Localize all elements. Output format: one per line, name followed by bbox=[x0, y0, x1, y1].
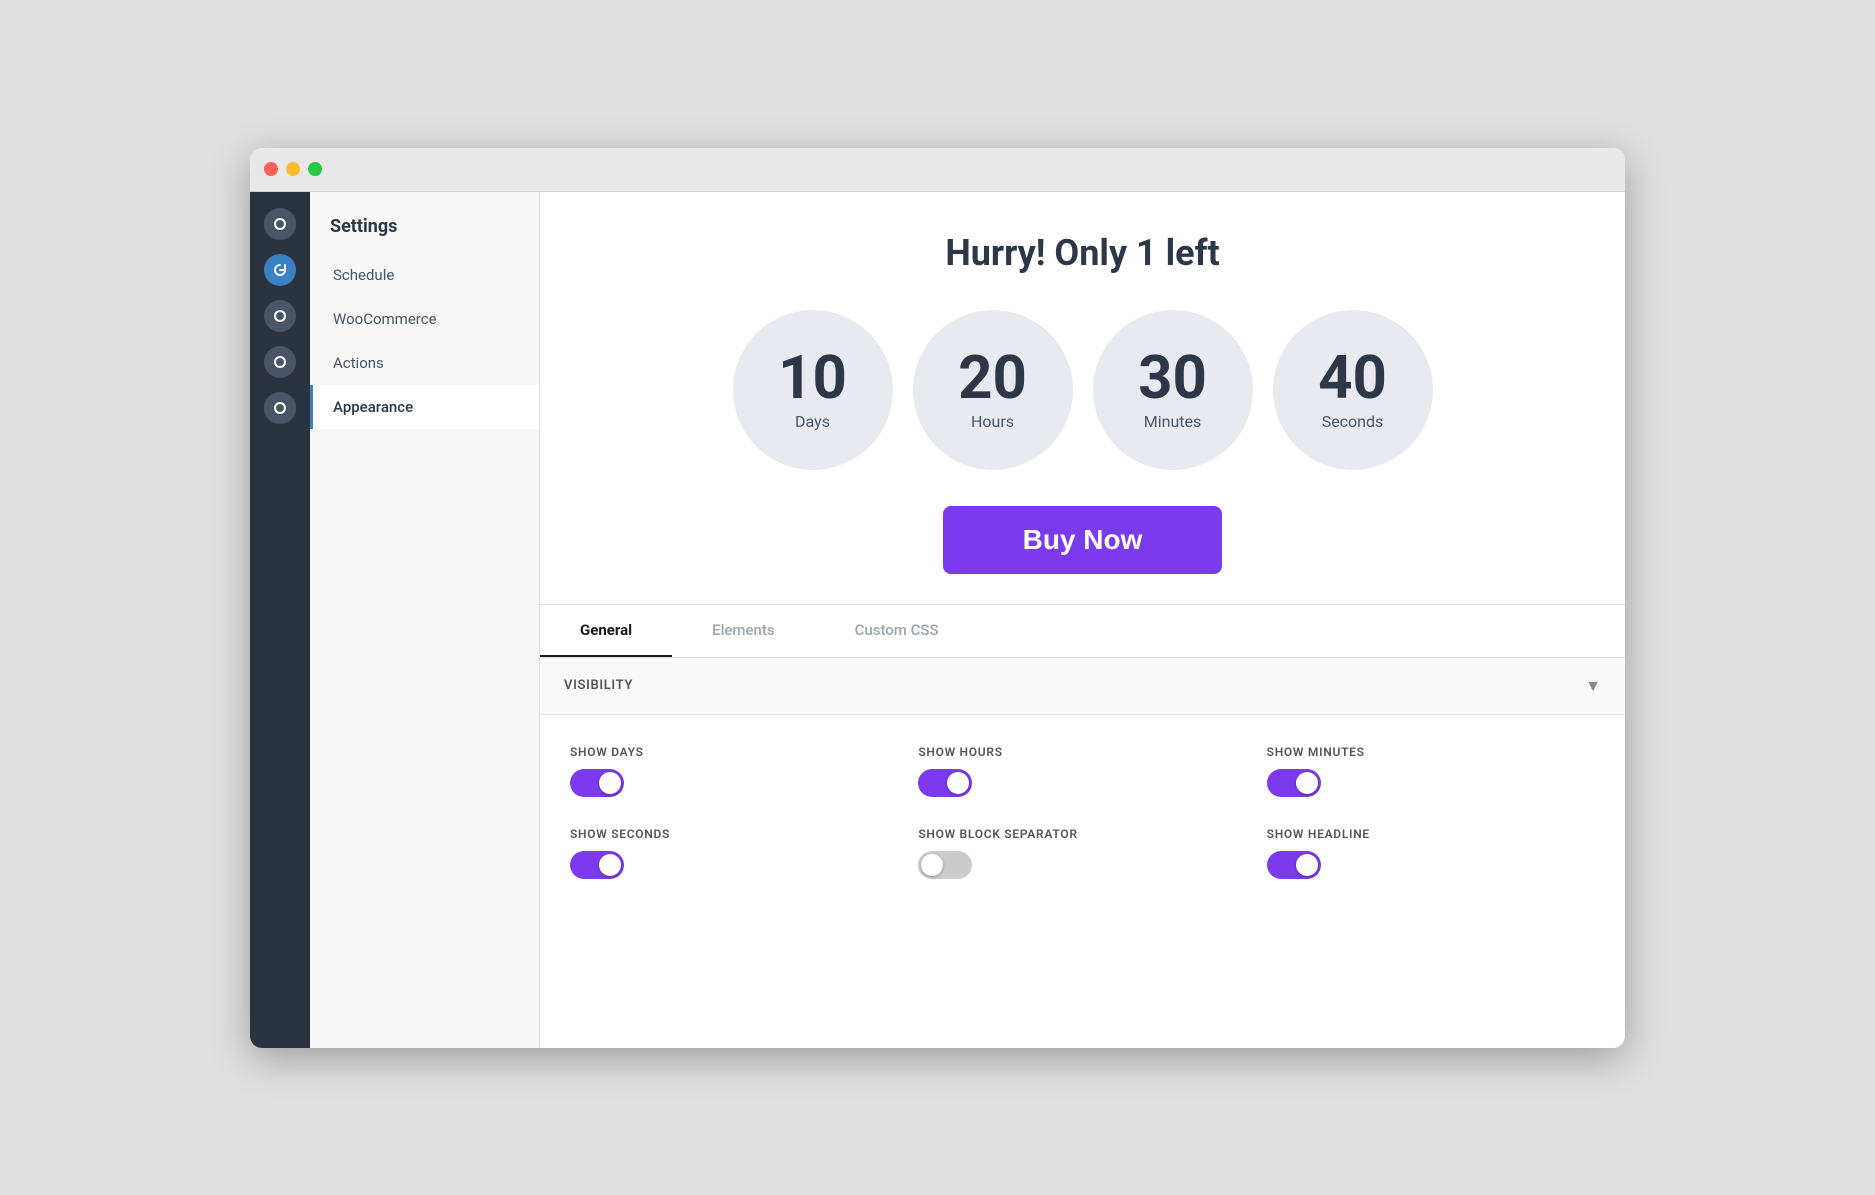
icon-sidebar bbox=[250, 192, 310, 1048]
countdown-hours-value: 20 bbox=[958, 348, 1027, 408]
toggle-item-headline: SHOW HEADLINE bbox=[1267, 827, 1595, 879]
toggle-item-hours: SHOW HOURS bbox=[918, 745, 1246, 797]
nav-item-schedule[interactable]: Schedule bbox=[310, 253, 539, 297]
tabs-bar: General Elements Custom CSS bbox=[540, 605, 1625, 658]
toggle-label-hours: SHOW HOURS bbox=[918, 745, 1246, 759]
buy-now-button[interactable]: Buy Now bbox=[943, 506, 1223, 574]
toggle-label-headline: SHOW HEADLINE bbox=[1267, 827, 1595, 841]
toggle-label-days: SHOW DAYS bbox=[570, 745, 898, 759]
countdown-hours: 20 Hours bbox=[913, 310, 1073, 470]
toggle-switch-seconds[interactable] bbox=[570, 851, 624, 879]
countdown-seconds-value: 40 bbox=[1318, 348, 1387, 408]
visibility-label: VISIBILITY bbox=[564, 678, 633, 693]
countdown-days-label: Days bbox=[795, 412, 830, 431]
toggle-item-minutes: SHOW MINUTES bbox=[1267, 745, 1595, 797]
countdown-row: 10 Days 20 Hours 30 Minutes 40 Seconds bbox=[733, 310, 1433, 470]
countdown-hours-label: Hours bbox=[971, 412, 1014, 431]
toggles-grid: SHOW DAYS SHOW HOURS SHOW MI bbox=[540, 715, 1625, 909]
countdown-days-value: 10 bbox=[778, 348, 847, 408]
main-layout: Settings Schedule WooCommerce Actions Ap… bbox=[250, 192, 1625, 1048]
countdown-minutes-value: 30 bbox=[1138, 348, 1207, 408]
settings-content: VISIBILITY ▼ SHOW DAYS SHOW HOURS bbox=[540, 658, 1625, 1048]
countdown-days: 10 Days bbox=[733, 310, 893, 470]
sidebar-icon-4[interactable] bbox=[264, 346, 296, 378]
toggle-knob-seconds bbox=[599, 854, 621, 876]
app-window: Settings Schedule WooCommerce Actions Ap… bbox=[250, 148, 1625, 1048]
toggle-switch-headline[interactable] bbox=[1267, 851, 1321, 879]
settings-nav: Schedule WooCommerce Actions Appearance bbox=[310, 253, 539, 429]
toggle-item-seconds: SHOW SECONDS bbox=[570, 827, 898, 879]
settings-sidebar: Settings Schedule WooCommerce Actions Ap… bbox=[310, 192, 540, 1048]
maximize-button[interactable] bbox=[308, 162, 322, 176]
countdown-seconds: 40 Seconds bbox=[1273, 310, 1433, 470]
preview-area: Hurry! Only 1 left 10 Days 20 Hours 30 M… bbox=[540, 192, 1625, 605]
content-area: Hurry! Only 1 left 10 Days 20 Hours 30 M… bbox=[540, 192, 1625, 1048]
minimize-button[interactable] bbox=[286, 162, 300, 176]
sidebar-icon-3[interactable] bbox=[264, 300, 296, 332]
toggle-item-block-separator: SHOW BLOCK SEPARATOR bbox=[918, 827, 1246, 879]
countdown-seconds-label: Seconds bbox=[1322, 412, 1384, 431]
toggle-switch-hours[interactable] bbox=[918, 769, 972, 797]
toggle-knob-headline bbox=[1296, 854, 1318, 876]
toggle-switch-days[interactable] bbox=[570, 769, 624, 797]
toggle-label-minutes: SHOW MINUTES bbox=[1267, 745, 1595, 759]
toggle-knob-minutes bbox=[1296, 772, 1318, 794]
sidebar-icon-1[interactable] bbox=[264, 208, 296, 240]
settings-title: Settings bbox=[310, 192, 539, 253]
titlebar bbox=[250, 148, 1625, 192]
countdown-minutes-label: Minutes bbox=[1144, 412, 1202, 431]
toggle-knob-days bbox=[599, 772, 621, 794]
toggle-knob-hours bbox=[947, 772, 969, 794]
nav-item-woocommerce[interactable]: WooCommerce bbox=[310, 297, 539, 341]
toggle-label-block-separator: SHOW BLOCK SEPARATOR bbox=[918, 827, 1246, 841]
tab-elements[interactable]: Elements bbox=[672, 605, 815, 657]
visibility-section-header[interactable]: VISIBILITY ▼ bbox=[540, 658, 1625, 715]
close-button[interactable] bbox=[264, 162, 278, 176]
toggle-switch-minutes[interactable] bbox=[1267, 769, 1321, 797]
toggle-switch-block-separator[interactable] bbox=[918, 851, 972, 879]
tab-general[interactable]: General bbox=[540, 605, 672, 657]
toggle-knob-block-separator bbox=[921, 854, 943, 876]
chevron-down-icon: ▼ bbox=[1585, 676, 1601, 696]
sidebar-icon-5[interactable] bbox=[264, 392, 296, 424]
nav-item-actions[interactable]: Actions bbox=[310, 341, 539, 385]
nav-item-appearance[interactable]: Appearance bbox=[310, 385, 539, 429]
toggle-label-seconds: SHOW SECONDS bbox=[570, 827, 898, 841]
toggle-item-days: SHOW DAYS bbox=[570, 745, 898, 797]
countdown-minutes: 30 Minutes bbox=[1093, 310, 1253, 470]
sidebar-icon-2[interactable] bbox=[264, 254, 296, 286]
preview-headline: Hurry! Only 1 left bbox=[945, 232, 1219, 274]
tab-custom-css[interactable]: Custom CSS bbox=[815, 605, 979, 657]
